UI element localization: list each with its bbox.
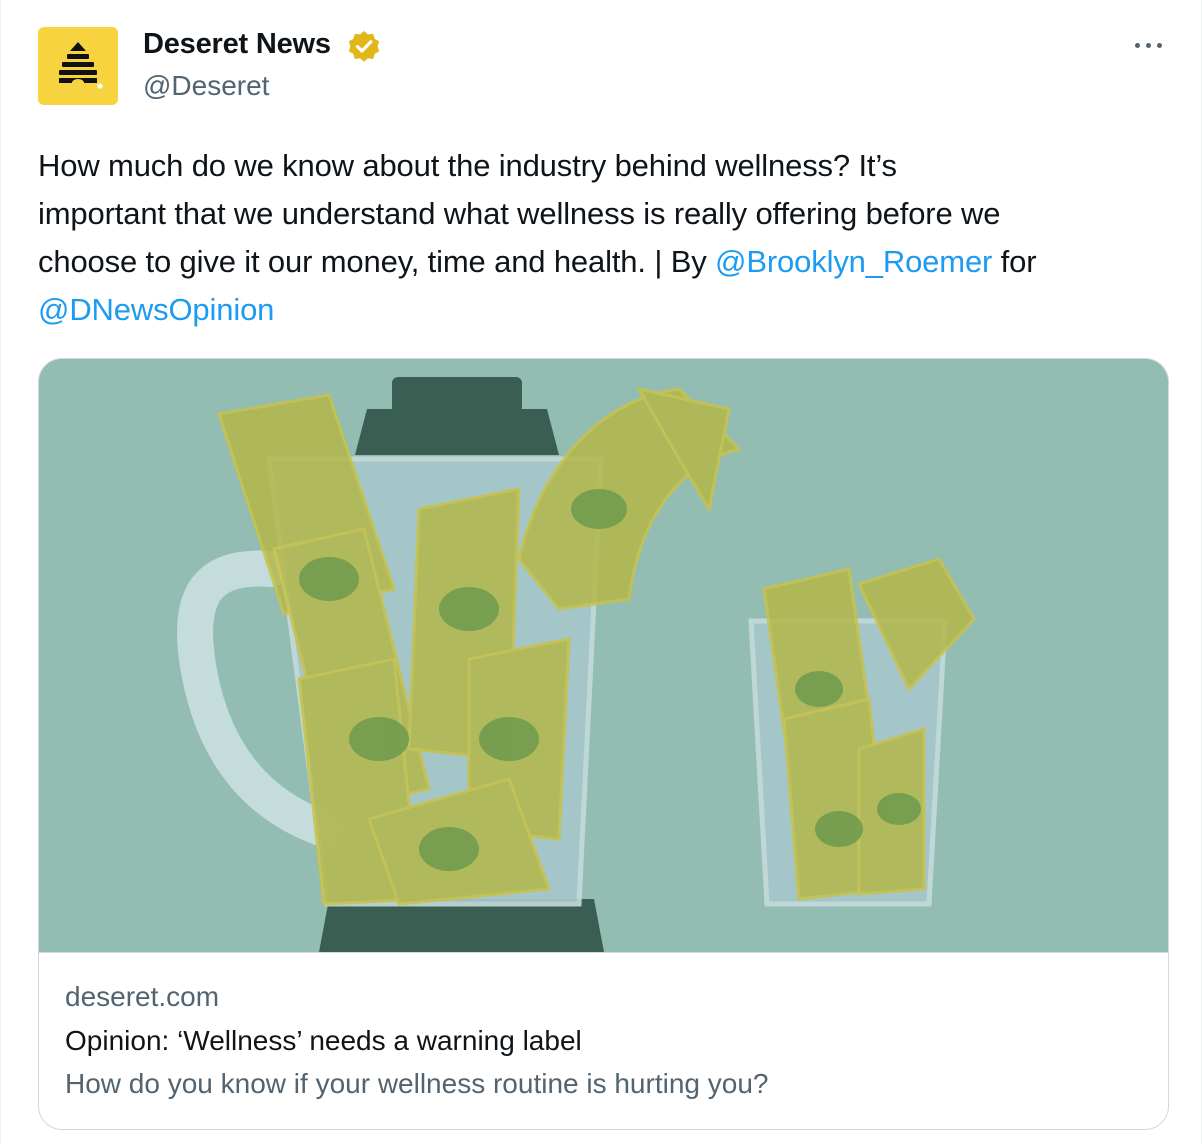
author-handle[interactable]: @Deseret: [143, 70, 269, 102]
blender-money-illustration: [39, 359, 1168, 952]
more-horizontal-icon: [1135, 43, 1140, 48]
tweet-text-segment: important that we understand what wellne…: [38, 196, 1001, 231]
tweet-text-line: How much do we know about the industry b…: [38, 142, 1178, 190]
tweet-text-line: choose to give it our money, time and he…: [38, 238, 1178, 286]
tweet-text-segment: How much do we know about the industry b…: [38, 148, 897, 183]
more-options-button[interactable]: [1129, 34, 1169, 58]
tweet: Deseret News @Deseret How much do we kno…: [0, 0, 1202, 1144]
tweet-text-segment: for: [992, 244, 1037, 279]
tweet-text-segment: choose to give it our money, time and he…: [38, 244, 716, 279]
card-description: How do you know if your wellness routine…: [65, 1068, 769, 1099]
mention-link[interactable]: @DNewsOpinion: [38, 292, 274, 327]
mention-link[interactable]: @Brooklyn_Roemer: [715, 244, 992, 279]
avatar[interactable]: [38, 27, 118, 105]
tweet-text: How much do we know about the industry b…: [38, 142, 1178, 334]
beehive-icon: [59, 42, 103, 89]
link-card[interactable]: deseret.com Opinion: ‘Wellness’ needs a …: [38, 358, 1169, 1130]
verified-badge-icon: [348, 31, 380, 62]
tweet-text-line: important that we understand what wellne…: [38, 190, 1178, 238]
card-title: Opinion: ‘Wellness’ needs a warning labe…: [65, 1025, 582, 1056]
author-display-name[interactable]: Deseret News: [143, 28, 331, 61]
tweet-text-line: @DNewsOpinion: [38, 286, 1178, 334]
card-image[interactable]: [39, 359, 1168, 953]
card-domain: deseret.com: [65, 981, 220, 1012]
